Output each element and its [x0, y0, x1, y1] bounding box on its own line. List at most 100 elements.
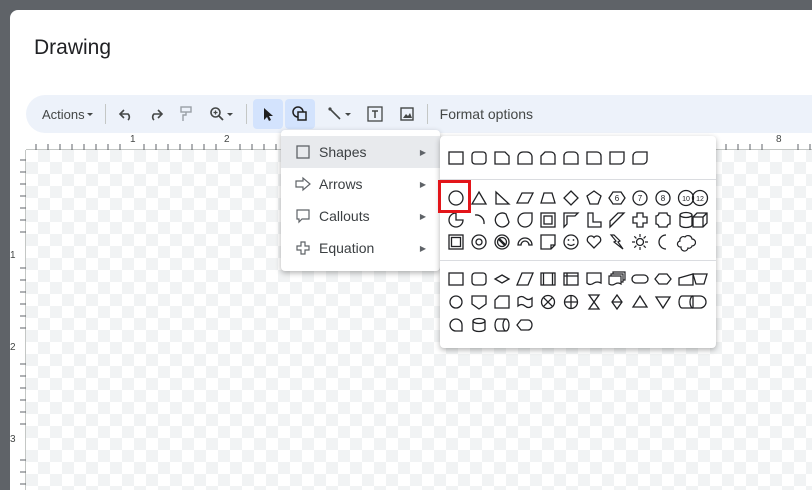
flowchart-extract-shape-icon[interactable]	[630, 292, 650, 312]
flowchart-preparation-shape-icon[interactable]	[653, 269, 673, 289]
panel-divider	[440, 179, 716, 180]
flowchart-multidocument-shape-icon[interactable]	[607, 269, 627, 289]
menu-item-callouts[interactable]: Callouts ▶	[281, 200, 440, 232]
ruler-number: 8	[776, 134, 782, 145]
line-button[interactable]	[321, 99, 359, 129]
folded-corner-shape-icon[interactable]	[538, 232, 558, 252]
oval-shape-highlight	[438, 180, 471, 213]
heart-shape-icon[interactable]	[584, 232, 604, 252]
flowchart-magnetic-disk-shape-icon[interactable]	[469, 315, 489, 335]
cube-shape-icon[interactable]	[690, 210, 710, 230]
pie-shape-icon[interactable]	[446, 210, 466, 230]
flowchart-card-shape-icon[interactable]	[492, 292, 512, 312]
trapezoid-shape-icon[interactable]	[538, 188, 558, 208]
flowchart-off-page-connector-shape-icon[interactable]	[469, 292, 489, 312]
cross-shape-icon[interactable]	[630, 210, 650, 230]
vertical-ruler: 1 2 3	[0, 150, 26, 490]
teardrop-shape-icon[interactable]	[515, 210, 535, 230]
octagon-shape-icon[interactable]: 8	[653, 188, 673, 208]
flowchart-sequential-access-storage-shape-icon[interactable]	[446, 315, 466, 335]
cloud-shape-icon[interactable]	[676, 232, 696, 252]
zoom-icon	[209, 107, 224, 121]
text-box-icon	[366, 106, 383, 122]
menu-item-arrows[interactable]: Arrows ▶	[281, 168, 440, 200]
rectangle-shape-icon[interactable]	[446, 148, 466, 168]
moon-shape-icon[interactable]	[653, 232, 673, 252]
flowchart-display-shape-icon[interactable]	[515, 315, 535, 335]
flowchart-terminator-shape-icon[interactable]	[630, 269, 650, 289]
lightning-bolt-shape-icon[interactable]	[607, 232, 627, 252]
text-box-button[interactable]	[361, 99, 389, 129]
flowchart-alternate-process-shape-icon[interactable]	[469, 269, 489, 289]
submenu-arrow-icon: ▶	[419, 147, 426, 157]
callout-icon	[293, 206, 313, 226]
smiley-face-shape-icon[interactable]	[561, 232, 581, 252]
actions-label: Actions	[42, 106, 85, 122]
flowchart-predefined-process-shape-icon[interactable]	[538, 269, 558, 289]
flowchart-manual-operation-shape-icon[interactable]	[690, 269, 710, 289]
donut-shape-icon[interactable]	[469, 232, 489, 252]
undo-icon	[118, 109, 130, 121]
flowchart-data-shape-icon[interactable]	[515, 269, 535, 289]
half-frame-shape-icon[interactable]	[561, 210, 581, 230]
arrow-icon	[293, 174, 313, 194]
parallelogram-shape-icon[interactable]	[515, 188, 535, 208]
right-triangle-shape-icon[interactable]	[492, 188, 512, 208]
flowchart-document-shape-icon[interactable]	[584, 269, 604, 289]
snip-corner-rectangle-shape-icon[interactable]	[492, 148, 512, 168]
block-arc-shape-icon[interactable]	[515, 232, 535, 252]
flowchart-summing-junction-shape-icon[interactable]	[538, 292, 558, 312]
flowchart-delay-shape-icon[interactable]	[690, 292, 710, 312]
hexagon-shape-icon[interactable]: 6	[607, 188, 627, 208]
diagonal-stripe-shape-icon[interactable]	[607, 210, 627, 230]
format-options-button[interactable]: Format options	[434, 99, 539, 129]
redo-button[interactable]	[142, 99, 170, 129]
image-button[interactable]	[393, 99, 421, 129]
round-diagonal-corner-rectangle-shape-icon[interactable]	[630, 148, 650, 168]
dodecagon-shape-icon[interactable]: 12	[690, 188, 710, 208]
flowchart-decision-shape-icon[interactable]	[492, 269, 512, 289]
undo-button[interactable]	[112, 99, 140, 129]
round-top-rectangle-shape-icon[interactable]	[515, 148, 535, 168]
shape-button[interactable]	[284, 99, 315, 129]
round-same-side-rectangle-shape-icon[interactable]	[561, 148, 581, 168]
line-icon	[328, 107, 341, 120]
flowchart-internal-storage-shape-icon[interactable]	[561, 269, 581, 289]
frame-shape-icon[interactable]	[538, 210, 558, 230]
plaque-shape-icon[interactable]	[653, 210, 673, 230]
snip-same-side-rectangle-shape-icon[interactable]	[584, 148, 604, 168]
round-diagonal-rectangle-shape-icon[interactable]	[607, 148, 627, 168]
flowchart-direct-access-storage-shape-icon[interactable]	[492, 315, 512, 335]
svg-text:12: 12	[696, 196, 704, 203]
rounded-rectangle-shape-icon[interactable]	[469, 148, 489, 168]
arc-shape-icon[interactable]	[469, 210, 489, 230]
l-shape-icon[interactable]	[584, 210, 604, 230]
toolbar-separator	[104, 104, 106, 124]
menu-item-label: Equation	[319, 240, 375, 256]
ruler-number: 2	[224, 134, 230, 145]
diamond-shape-icon[interactable]	[561, 188, 581, 208]
heptagon-shape-icon[interactable]: 7	[630, 188, 650, 208]
menu-item-equation[interactable]: Equation ▶	[281, 232, 440, 264]
snip-round-rectangle-shape-icon[interactable]	[538, 148, 558, 168]
zoom-button[interactable]	[204, 99, 240, 129]
sun-shape-icon[interactable]	[630, 232, 650, 252]
chord-shape-icon[interactable]	[492, 210, 512, 230]
bevel-shape-icon[interactable]	[446, 232, 466, 252]
flowchart-punched-tape-shape-icon[interactable]	[515, 292, 535, 312]
drawing-toolbar: Actions Format options	[26, 95, 812, 133]
flowchart-connector-shape-icon[interactable]	[446, 292, 466, 312]
select-button[interactable]	[252, 99, 283, 129]
actions-menu-button[interactable]: Actions	[38, 99, 99, 129]
no-symbol-shape-icon[interactable]	[492, 232, 512, 252]
flowchart-sort-shape-icon[interactable]	[607, 292, 627, 312]
pentagon-shape-icon[interactable]	[584, 188, 604, 208]
flowchart-collate-shape-icon[interactable]	[584, 292, 604, 312]
flowchart-or-shape-icon[interactable]	[561, 292, 581, 312]
triangle-shape-icon[interactable]	[469, 188, 489, 208]
paint-format-button[interactable]	[172, 99, 200, 129]
flowchart-process-shape-icon[interactable]	[446, 269, 466, 289]
toolbar-separator	[245, 104, 247, 124]
flowchart-merge-shape-icon[interactable]	[653, 292, 673, 312]
menu-item-shapes[interactable]: Shapes ▶	[281, 136, 440, 168]
